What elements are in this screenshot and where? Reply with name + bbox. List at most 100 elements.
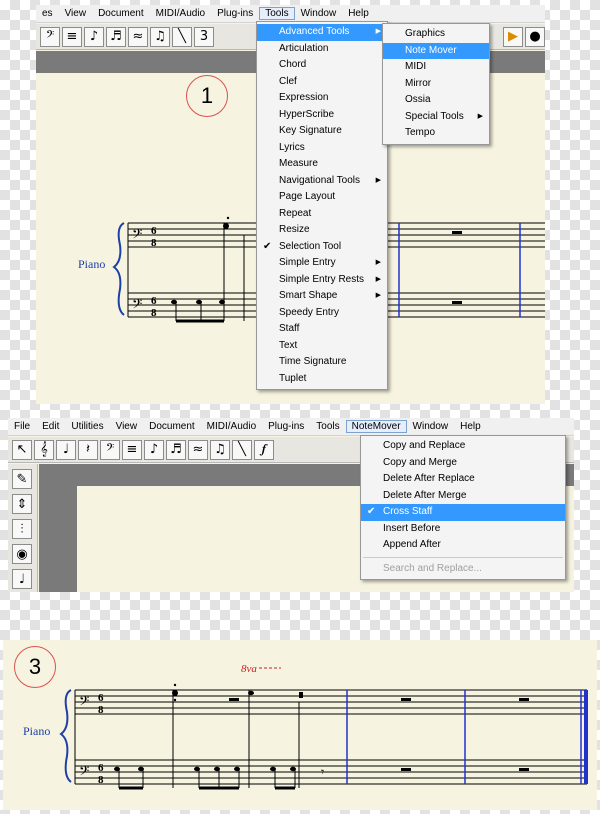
tools-item-resize[interactable]: Resize xyxy=(257,222,387,239)
selection-tool-icon[interactable]: ↖ xyxy=(12,439,32,460)
submenu-arrow-icon: ▶ xyxy=(477,112,483,120)
tools-item-clef[interactable]: Clef xyxy=(257,74,387,91)
tools-item-advanced-tools[interactable]: Advanced Tools ▶ xyxy=(257,24,387,41)
bass-clef-tool-icon[interactable]: 𝄢 xyxy=(40,26,60,47)
staff-tool-icon[interactable]: ≡ xyxy=(62,26,82,47)
tools-item-chord[interactable]: Chord xyxy=(257,57,387,74)
menu-item-label: Graphics xyxy=(405,28,446,39)
rest-tool-icon[interactable]: 𝄽 xyxy=(78,439,98,460)
speedy-entry-icon[interactable]: ≈ xyxy=(128,26,148,47)
menu-view[interactable]: View xyxy=(110,421,144,432)
note-entry-icon[interactable]: ♩ xyxy=(56,439,76,460)
menu-item-label: Navigational Tools xyxy=(279,174,360,186)
menu-item-label: Expression xyxy=(279,92,329,103)
tools-item-simple-entry-rests[interactable]: Simple Entry Rests ▶ xyxy=(257,272,387,289)
menu-plug-ins[interactable]: Plug-ins xyxy=(262,421,310,432)
advanced-item-mirror[interactable]: Mirror xyxy=(383,76,489,93)
staff-tool-icon[interactable]: ≡ xyxy=(122,439,142,460)
step-1-circle: 1 xyxy=(186,75,228,117)
notemover-item-copy-and-merge[interactable]: Copy and Merge xyxy=(361,455,565,472)
menu-edit[interactable]: Edit xyxy=(36,421,65,432)
tools-item-text[interactable]: Text xyxy=(257,338,387,355)
menu-file[interactable]: File xyxy=(8,421,36,432)
tools-item-expression[interactable]: Expression xyxy=(257,90,387,107)
play-icon[interactable]: ▶ xyxy=(503,26,523,47)
svg-text:8: 8 xyxy=(98,774,104,786)
tuplet-tool-icon[interactable]: 3 xyxy=(194,26,214,47)
expression-tool-icon[interactable]: ♬ xyxy=(166,439,186,460)
speedy-entry-icon[interactable]: ≈ xyxy=(188,439,208,460)
menu-tools[interactable]: Tools xyxy=(259,7,295,20)
advanced-item-midi[interactable]: MIDI xyxy=(383,59,489,76)
tools-item-time-signature[interactable]: Time Signature xyxy=(257,354,387,371)
advanced-item-graphics[interactable]: Graphics xyxy=(383,26,489,43)
menu-item-label: Text xyxy=(279,339,298,351)
tools-item-articulation[interactable]: Articulation xyxy=(257,41,387,58)
menu-item-label: Articulation xyxy=(279,42,329,54)
tools-item-speedy-entry[interactable]: Speedy Entry xyxy=(257,305,387,322)
chord-tool-icon[interactable]: ♫ xyxy=(150,26,170,47)
tools-item-navigational-tools[interactable]: Navigational Tools ▶ xyxy=(257,173,387,190)
menu-item-label: Measure xyxy=(279,158,318,169)
notemover-menu: Copy and Replace Copy and Merge Delete Aft… xyxy=(360,435,566,580)
menu-notemover[interactable]: NoteMover xyxy=(345,420,407,433)
menu-midi-audio[interactable]: MIDI/Audio xyxy=(201,421,262,432)
tools-item-key-signature[interactable]: Key Signature xyxy=(257,123,387,140)
menu-es[interactable]: es xyxy=(36,8,59,19)
resize-icon[interactable]: ⇕ xyxy=(12,494,32,514)
dynamics-tool-icon[interactable]: 𝆑 xyxy=(254,439,274,460)
menu-window[interactable]: Window xyxy=(295,8,343,19)
notemover-item-append-after[interactable]: Append After xyxy=(361,537,565,554)
tempo-tool-icon[interactable]: ♩ xyxy=(12,569,32,589)
notemover-item-delete-after-replace[interactable]: Delete After Replace xyxy=(361,471,565,488)
note-tool-icon[interactable]: ♪ xyxy=(144,439,164,460)
record-icon[interactable]: ● xyxy=(525,26,545,47)
treble-clef-icon[interactable]: 𝄞 xyxy=(34,439,54,460)
tools-item-page-layout[interactable]: Page Layout xyxy=(257,189,387,206)
menu-item-label: Tempo xyxy=(405,127,436,138)
advanced-item-note-mover[interactable]: Note Mover xyxy=(383,42,489,59)
menu-midi-audio[interactable]: MIDI/Audio xyxy=(150,8,211,19)
tools-item-selection-tool[interactable]: ✔ Selection Tool xyxy=(257,239,387,256)
tools-item-repeat[interactable]: Repeat xyxy=(257,206,387,223)
tools-item-hyperscribe[interactable]: HyperScribe xyxy=(257,107,387,124)
menu-window[interactable]: Window xyxy=(407,421,455,432)
expression-tool-icon[interactable]: ♬ xyxy=(106,26,126,47)
panel-2: File Edit Utilities View Document MIDI/Audio P… xyxy=(8,418,574,592)
note-tool-icon[interactable]: ♪ xyxy=(84,26,104,47)
menu-item-label: Advanced Tools xyxy=(279,26,350,37)
menu-tools[interactable]: Tools xyxy=(310,421,345,432)
menu-help[interactable]: Help xyxy=(342,8,375,19)
advanced-item-ossia[interactable]: Ossia xyxy=(383,92,489,109)
tools-item-staff[interactable]: Staff xyxy=(257,321,387,338)
tools-item-tuplet[interactable]: Tuplet xyxy=(257,371,387,388)
advanced-item-special-tools[interactable]: Special Tools ▶ xyxy=(383,109,489,126)
menu-utilities[interactable]: Utilities xyxy=(65,421,109,432)
tools-item-measure[interactable]: Measure xyxy=(257,156,387,173)
tools-item-simple-entry[interactable]: Simple Entry ▶ xyxy=(257,255,387,272)
menu-document[interactable]: Document xyxy=(143,421,201,432)
menu-item-label: Simple Entry xyxy=(279,257,336,268)
advanced-item-tempo[interactable]: Tempo xyxy=(383,125,489,142)
menu-item-label: Key Signature xyxy=(279,125,342,136)
notemover-item-insert-before[interactable]: Insert Before xyxy=(361,521,565,538)
submenu-arrow-icon: ▶ xyxy=(375,292,381,299)
menu-plug-ins[interactable]: Plug-ins xyxy=(211,8,259,19)
tools-item-lyrics[interactable]: Lyrics xyxy=(257,140,387,157)
menu-help[interactable]: Help xyxy=(454,421,487,432)
eraser-icon[interactable]: ✎ xyxy=(12,469,32,489)
notemover-item-copy-and-replace[interactable]: Copy and Replace xyxy=(361,438,565,455)
menu-document[interactable]: Document xyxy=(92,8,150,19)
menu-view[interactable]: View xyxy=(59,8,93,19)
chord-tool-icon[interactable]: ♫ xyxy=(210,439,230,460)
notemover-item-delete-after-merge[interactable]: Delete After Merge xyxy=(361,488,565,505)
hyperscribe-icon[interactable]: ◉ xyxy=(12,544,32,564)
tools-item-smart-shape[interactable]: Smart Shape ▶ xyxy=(257,288,387,305)
measure-tool-icon[interactable]: ⫶ xyxy=(12,519,32,539)
smart-shape-icon[interactable]: ╲ xyxy=(172,26,192,47)
notemover-item-cross-staff[interactable]: ✔ Cross Staff xyxy=(361,504,565,521)
step-1-label: 1 xyxy=(200,83,214,108)
smart-shape-icon[interactable]: ╲ xyxy=(232,439,252,460)
bass-clef-tool-icon[interactable]: 𝄢 xyxy=(100,439,120,460)
menu-item-label: Mirror xyxy=(405,77,432,89)
